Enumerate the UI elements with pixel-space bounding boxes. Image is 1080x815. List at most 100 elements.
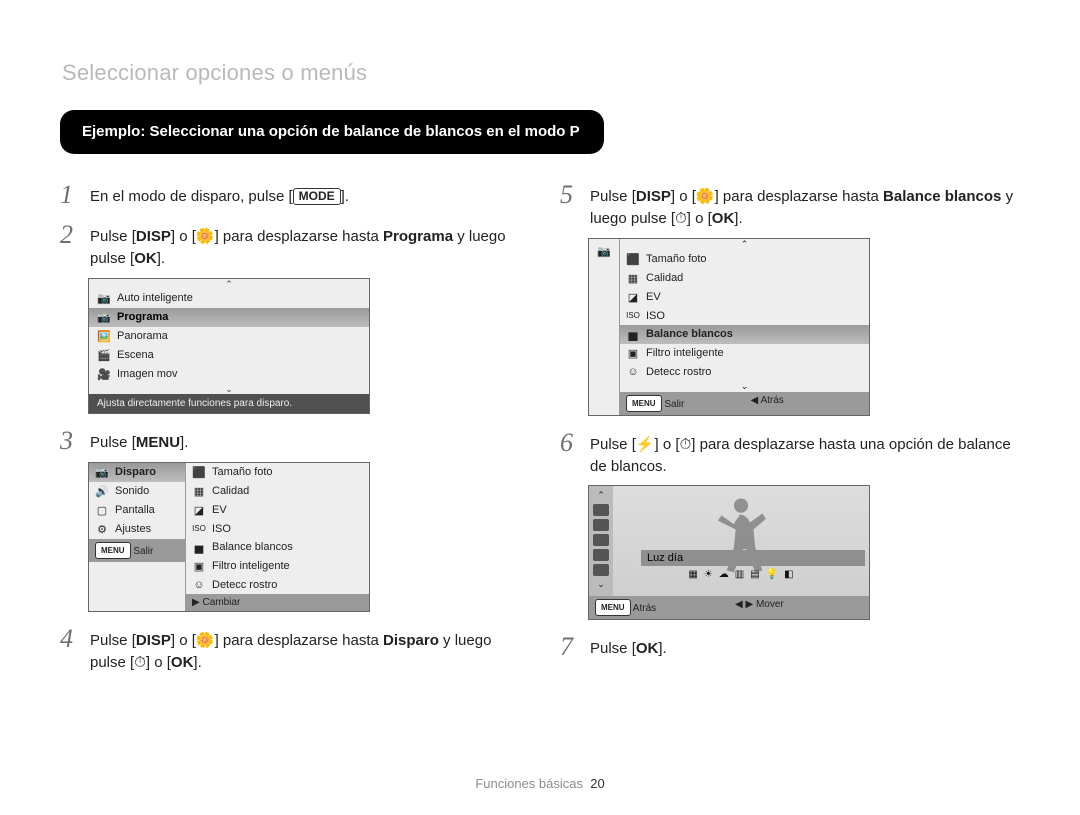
list-item-selected: 📷Programa bbox=[89, 308, 369, 327]
list-item: 🎥Imagen mov bbox=[89, 365, 369, 384]
scene-icon: 🎬 bbox=[97, 349, 111, 362]
wb-icon: ▅ bbox=[192, 541, 206, 554]
page-footer: Funciones básicas 20 bbox=[0, 776, 1080, 791]
quality-icon: ▦ bbox=[192, 485, 206, 498]
size-icon bbox=[593, 504, 609, 516]
disp-key: DISP bbox=[136, 632, 171, 649]
macro-icon: 🌼 bbox=[196, 632, 215, 649]
step-5: 5 Pulse [DISP] o [🌼] para desplazarse ha… bbox=[560, 182, 1020, 230]
ev-icon bbox=[593, 534, 609, 546]
step-3: 3 Pulse [MENU]. bbox=[60, 428, 520, 454]
list-item: ▢Pantalla bbox=[89, 501, 185, 520]
list-item: ▣Filtro inteligente bbox=[620, 344, 869, 363]
settings-icon: ⚙ bbox=[95, 523, 109, 536]
list-item: ISOISO bbox=[186, 520, 369, 538]
quality-icon bbox=[593, 519, 609, 531]
camera-icon: 📷 bbox=[95, 466, 109, 479]
list-item: ⚙Ajustes bbox=[89, 520, 185, 539]
timer-icon: ⏱ bbox=[680, 436, 692, 453]
scroll-down-icon: ⌄ bbox=[89, 384, 369, 394]
mode-key: MODE bbox=[293, 188, 341, 205]
page-title: Seleccionar opciones o menús bbox=[62, 60, 1020, 86]
list-item-selected: ▅Balance blancos bbox=[620, 325, 869, 344]
display-icon: ▢ bbox=[95, 504, 109, 517]
disp-key: DISP bbox=[136, 228, 171, 245]
step-6: 6 Pulse [⚡] o [⏱] para desplazarse hasta… bbox=[560, 430, 1020, 478]
wb-fluorescent-h-icon: ▥ bbox=[735, 569, 744, 580]
list-item: ⬛Tamaño foto bbox=[186, 463, 369, 482]
list-item: ⬛Tamaño foto bbox=[620, 250, 869, 269]
ok-key: OK bbox=[636, 640, 659, 657]
wb-daylight-icon: ☀ bbox=[704, 569, 713, 580]
list-item: 🔊Sonido bbox=[89, 482, 185, 501]
panorama-icon: 🖼️ bbox=[97, 330, 111, 343]
ok-key: OK bbox=[171, 654, 194, 671]
scroll-down-icon: ⌄ bbox=[620, 381, 869, 392]
timer-icon: ⏱ bbox=[134, 654, 146, 671]
ev-icon: ◪ bbox=[626, 291, 640, 304]
wb-cloudy-icon: ☁ bbox=[719, 569, 729, 580]
iso-icon: ISO bbox=[626, 311, 640, 320]
lcd-main-menu: 📷Disparo 🔊Sonido ▢Pantalla ⚙Ajustes MENU… bbox=[88, 462, 370, 612]
list-item: ISOISO bbox=[620, 307, 869, 325]
face-icon: ☺ bbox=[626, 366, 640, 378]
wb-tungsten-icon: 💡 bbox=[766, 569, 778, 580]
lcd-shooting-menu: 📷 ⌃ ⬛Tamaño foto ▦Calidad ◪EV ISOISO ▅Ba… bbox=[588, 238, 870, 416]
scroll-up-icon: ⌃ bbox=[597, 490, 605, 501]
filter-icon: ▣ bbox=[626, 347, 640, 360]
filter-icon: ▣ bbox=[192, 560, 206, 573]
filter-icon bbox=[593, 564, 609, 576]
iso-icon: ISO bbox=[192, 524, 206, 533]
macro-icon: 🌼 bbox=[696, 188, 715, 205]
camera-icon: 📷 bbox=[97, 311, 111, 324]
ok-key: OK bbox=[712, 210, 735, 227]
list-item: ☺Detecc rostro bbox=[620, 363, 869, 381]
list-item: ▦Calidad bbox=[620, 269, 869, 288]
scroll-up-icon: ⌃ bbox=[89, 279, 369, 289]
column-left: 1 En el modo de disparo, pulse [MODE]. 2… bbox=[60, 168, 520, 679]
step-2: 2 Pulse [DISP] o [🌼] para desplazarse ha… bbox=[60, 222, 520, 270]
sound-icon: 🔊 bbox=[95, 485, 109, 498]
wb-options-strip: ▦ ☀ ☁ ▥ ▤ 💡 ◧ bbox=[617, 568, 865, 580]
footer-bar: MENU Atrás ◀ ▶ Mover bbox=[589, 596, 869, 619]
flash-icon: ⚡ bbox=[636, 436, 655, 453]
menu-key: MENU bbox=[136, 434, 180, 451]
step-4: 4 Pulse [DISP] o [🌼] para desplazarse ha… bbox=[60, 626, 520, 674]
mode-description: Ajusta directamente funciones para dispa… bbox=[89, 394, 369, 413]
list-item: ☺Detecc rostro bbox=[186, 576, 369, 594]
wb-custom-icon: ◧ bbox=[784, 569, 793, 580]
ok-key: OK bbox=[134, 250, 157, 267]
size-icon: ⬛ bbox=[626, 253, 640, 266]
list-item: ▣Filtro inteligente bbox=[186, 557, 369, 576]
lcd-mode-menu: ⌃ 📷Auto inteligente 📷Programa 🖼️Panorama… bbox=[88, 278, 370, 414]
step-7: 7 Pulse [OK]. bbox=[560, 634, 1020, 660]
list-item: ◪EV bbox=[186, 501, 369, 520]
size-icon: ⬛ bbox=[192, 466, 206, 479]
list-item: 🖼️Panorama bbox=[89, 327, 369, 346]
example-callout: Ejemplo: Seleccionar una opción de balan… bbox=[60, 110, 604, 154]
movie-icon: 🎥 bbox=[97, 368, 111, 381]
ev-icon: ◪ bbox=[192, 504, 206, 517]
lcd-wb-select: ⌃ ⌄ Luz día ▦ bbox=[588, 485, 870, 620]
scroll-up-icon: ⌃ bbox=[620, 239, 869, 250]
list-item: 📷Auto inteligente bbox=[89, 289, 369, 308]
macro-icon: 🌼 bbox=[196, 228, 215, 245]
list-item: ▦Calidad bbox=[186, 482, 369, 501]
camera-icon: 📷 bbox=[97, 292, 111, 305]
side-icons: ⌃ ⌄ bbox=[589, 486, 613, 596]
wb-fluorescent-l-icon: ▤ bbox=[750, 569, 759, 580]
list-item: 🎬Escena bbox=[89, 346, 369, 365]
step-1: 1 En el modo de disparo, pulse [MODE]. bbox=[60, 182, 520, 208]
wb-icon: ▅ bbox=[626, 328, 640, 341]
footer-bar: MENU Salir bbox=[89, 539, 185, 562]
quality-icon: ▦ bbox=[626, 272, 640, 285]
wb-auto-icon: ▦ bbox=[688, 569, 697, 580]
iso-icon bbox=[593, 549, 609, 561]
list-item: ◪EV bbox=[620, 288, 869, 307]
face-icon: ☺ bbox=[192, 579, 206, 591]
column-right: 5 Pulse [DISP] o [🌼] para desplazarse ha… bbox=[560, 168, 1020, 679]
camera-icon: 📷 bbox=[597, 245, 611, 258]
list-item: ▅Balance blancos bbox=[186, 538, 369, 557]
footer-bar: ▶ Cambiar bbox=[186, 594, 369, 611]
disp-key: DISP bbox=[636, 188, 671, 205]
